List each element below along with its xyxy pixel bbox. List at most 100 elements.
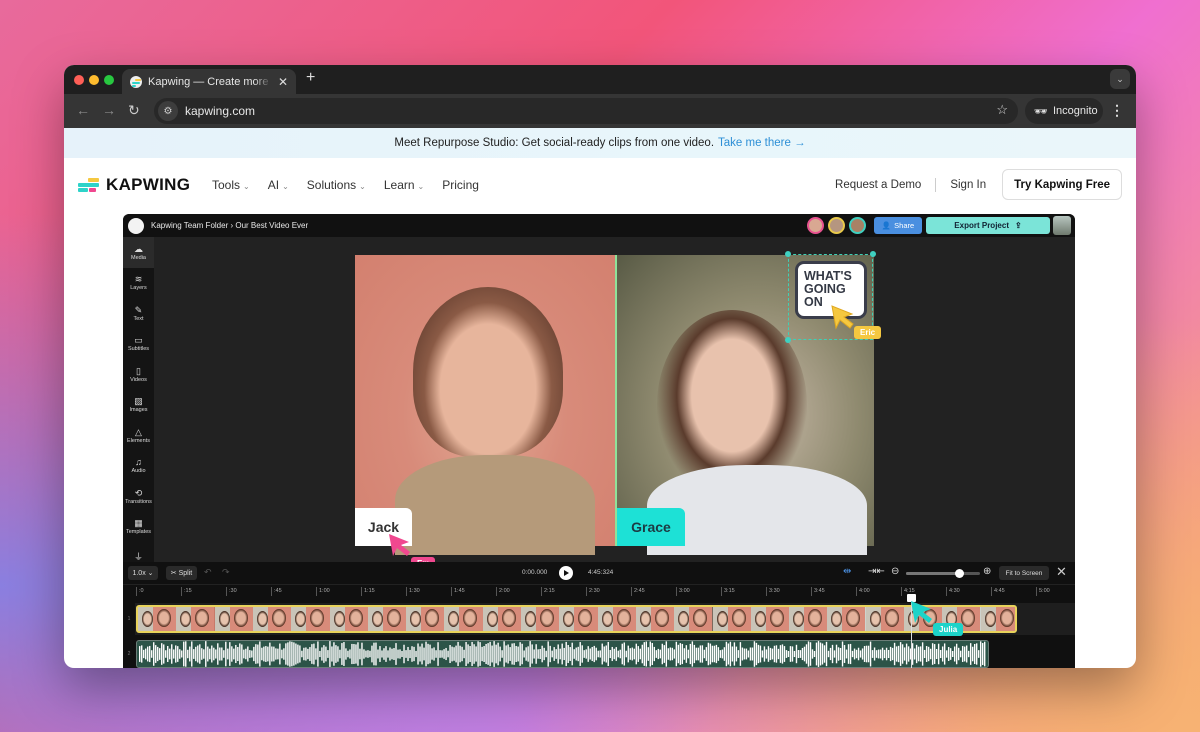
waveform-bar	[929, 648, 932, 660]
waveform-bar	[867, 645, 870, 663]
menu-learn[interactable]: Learn ⌄	[384, 178, 424, 192]
waveform-bar	[753, 641, 756, 667]
workspace-logo-icon[interactable]	[128, 217, 144, 234]
fit-to-screen-button[interactable]: Fit to Screen	[999, 566, 1049, 580]
waveform-bar	[439, 650, 441, 658]
waveform-bar	[377, 649, 379, 659]
back-icon[interactable]: ←	[76, 102, 90, 118]
waveform-bar	[945, 650, 948, 658]
site-settings-icon[interactable]: ⚙	[158, 101, 178, 121]
browser-tab[interactable]: Kapwing — Create more content ✕	[122, 69, 296, 94]
clip-thumbnail	[138, 607, 176, 631]
audio-clip[interactable]	[136, 640, 989, 668]
waveform-bar	[417, 643, 419, 665]
speed-select[interactable]: 1.0x ⌄	[128, 566, 158, 580]
incognito-badge[interactable]: 🕶 Incognito	[1025, 98, 1103, 124]
waveform-bar	[707, 642, 710, 666]
sidebar-item-elements[interactable]: △ Elements	[123, 420, 154, 451]
export-button[interactable]: Export Project ⇪	[926, 217, 1050, 234]
kapwing-logo[interactable]: KAPWING	[78, 175, 190, 195]
snap-icon[interactable]: ⇹	[843, 566, 851, 577]
undo-icon[interactable]: ↶	[204, 567, 212, 578]
play-button[interactable]	[559, 566, 573, 580]
waveform-bar	[419, 646, 421, 662]
resize-handle[interactable]	[785, 251, 791, 257]
sidebar-item-layers[interactable]: ≋ Layers	[123, 268, 154, 299]
waveform-bar	[173, 649, 175, 659]
close-window-button[interactable]	[74, 75, 84, 85]
promo-banner: Meet Repurpose Studio: Get social-ready …	[64, 128, 1136, 158]
sidebar-item-templates[interactable]: ▦ Templates	[123, 512, 154, 543]
waveform-bar	[611, 646, 613, 662]
tab-search-button[interactable]: ⌄	[1110, 69, 1130, 89]
menu-tools[interactable]: Tools ⌄	[212, 178, 250, 192]
waveform-bar	[775, 645, 778, 663]
waveform-bar	[175, 645, 177, 663]
sidebar-item-images[interactable]: ▨ Images	[123, 390, 154, 421]
browser-menu-icon[interactable]: ⋮	[1110, 102, 1124, 119]
breadcrumb-folder[interactable]: Kapwing Team Folder	[151, 221, 228, 230]
divider	[935, 177, 937, 192]
try-free-button[interactable]: Try Kapwing Free	[1002, 169, 1122, 200]
minimize-window-button[interactable]	[89, 75, 99, 85]
waveform-bar	[843, 645, 846, 663]
close-tab-icon[interactable]: ✕	[278, 75, 288, 89]
resize-handle[interactable]	[870, 251, 876, 257]
zoom-slider[interactable]	[906, 569, 980, 578]
redo-icon[interactable]: ↷	[222, 567, 230, 578]
waveform-bar	[281, 649, 283, 659]
sign-in-link[interactable]: Sign In	[950, 179, 986, 191]
waveform-bar	[559, 648, 561, 660]
fit-clips-icon[interactable]: ⇥⇤	[868, 566, 885, 577]
zoom-out-icon[interactable]: ⊖	[891, 566, 899, 577]
waveform-bar	[383, 648, 385, 660]
user-avatar[interactable]	[1053, 216, 1071, 235]
waveform-bar	[297, 644, 299, 664]
zoom-slider-knob[interactable]	[955, 569, 965, 578]
sidebar-item-transitions[interactable]: ⟲ Transitions	[123, 481, 154, 512]
waveform-bar	[763, 646, 766, 662]
name-tag-grace[interactable]: Grace	[617, 508, 685, 546]
menu-pricing[interactable]: Pricing	[442, 178, 479, 192]
split-button[interactable]: ✂ Split	[166, 566, 197, 580]
timeline-ruler[interactable]: :0:15:30:45 1:00 1:15 1:30 1:45 2:00 2:15 2:30 2…	[123, 584, 1075, 598]
reload-icon[interactable]: ↻	[128, 102, 140, 119]
sidebar-item-audio[interactable]: ♫ Audio	[123, 451, 154, 482]
bookmark-star-icon[interactable]: ☆	[996, 102, 1008, 118]
resize-handle[interactable]	[785, 337, 791, 343]
waveform-bar	[839, 648, 842, 660]
sidebar-item-subtitles[interactable]: ▭ Subtitles	[123, 329, 154, 360]
address-bar[interactable]: ⚙ kapwing.com ☆	[154, 98, 1018, 124]
close-timeline-icon[interactable]: ✕	[1056, 564, 1067, 580]
waveform-bar	[357, 642, 359, 666]
avatar[interactable]	[807, 217, 824, 234]
waveform-bar	[609, 649, 611, 659]
sidebar-item-videos[interactable]: ▯ Videos	[123, 359, 154, 390]
menu-ai[interactable]: AI ⌄	[268, 178, 289, 192]
avatar[interactable]	[828, 217, 845, 234]
waveform-bar	[879, 649, 882, 659]
video-jack[interactable]: Jack	[355, 255, 615, 555]
waveform-bar	[569, 647, 571, 661]
maximize-window-button[interactable]	[104, 75, 114, 85]
avatar[interactable]	[849, 217, 866, 234]
waveform-bar	[695, 647, 698, 661]
new-tab-button[interactable]: +	[306, 69, 315, 87]
thumb-face	[218, 611, 230, 627]
waveform-bar	[809, 642, 812, 666]
sidebar-item-text[interactable]: ✎ Text	[123, 298, 154, 329]
waveform-bar	[273, 646, 275, 662]
zoom-in-icon[interactable]: ⊕	[983, 566, 991, 577]
sidebar-item-media[interactable]: ☁ Media	[123, 237, 154, 268]
banner-link[interactable]: Take me there →	[718, 137, 806, 149]
project-name[interactable]: Our Best Video Ever	[235, 221, 308, 230]
request-demo-link[interactable]: Request a Demo	[835, 179, 921, 191]
waveform-bar	[649, 641, 652, 667]
forward-icon[interactable]: →	[102, 102, 116, 118]
sidebar-label: Images	[129, 407, 148, 414]
menu-solutions[interactable]: Solutions ⌄	[307, 178, 366, 192]
waveform-bar	[147, 646, 149, 662]
video-clip[interactable]	[136, 605, 1017, 633]
share-button[interactable]: 👤 Share	[874, 217, 922, 234]
waveform-bar	[785, 650, 788, 658]
